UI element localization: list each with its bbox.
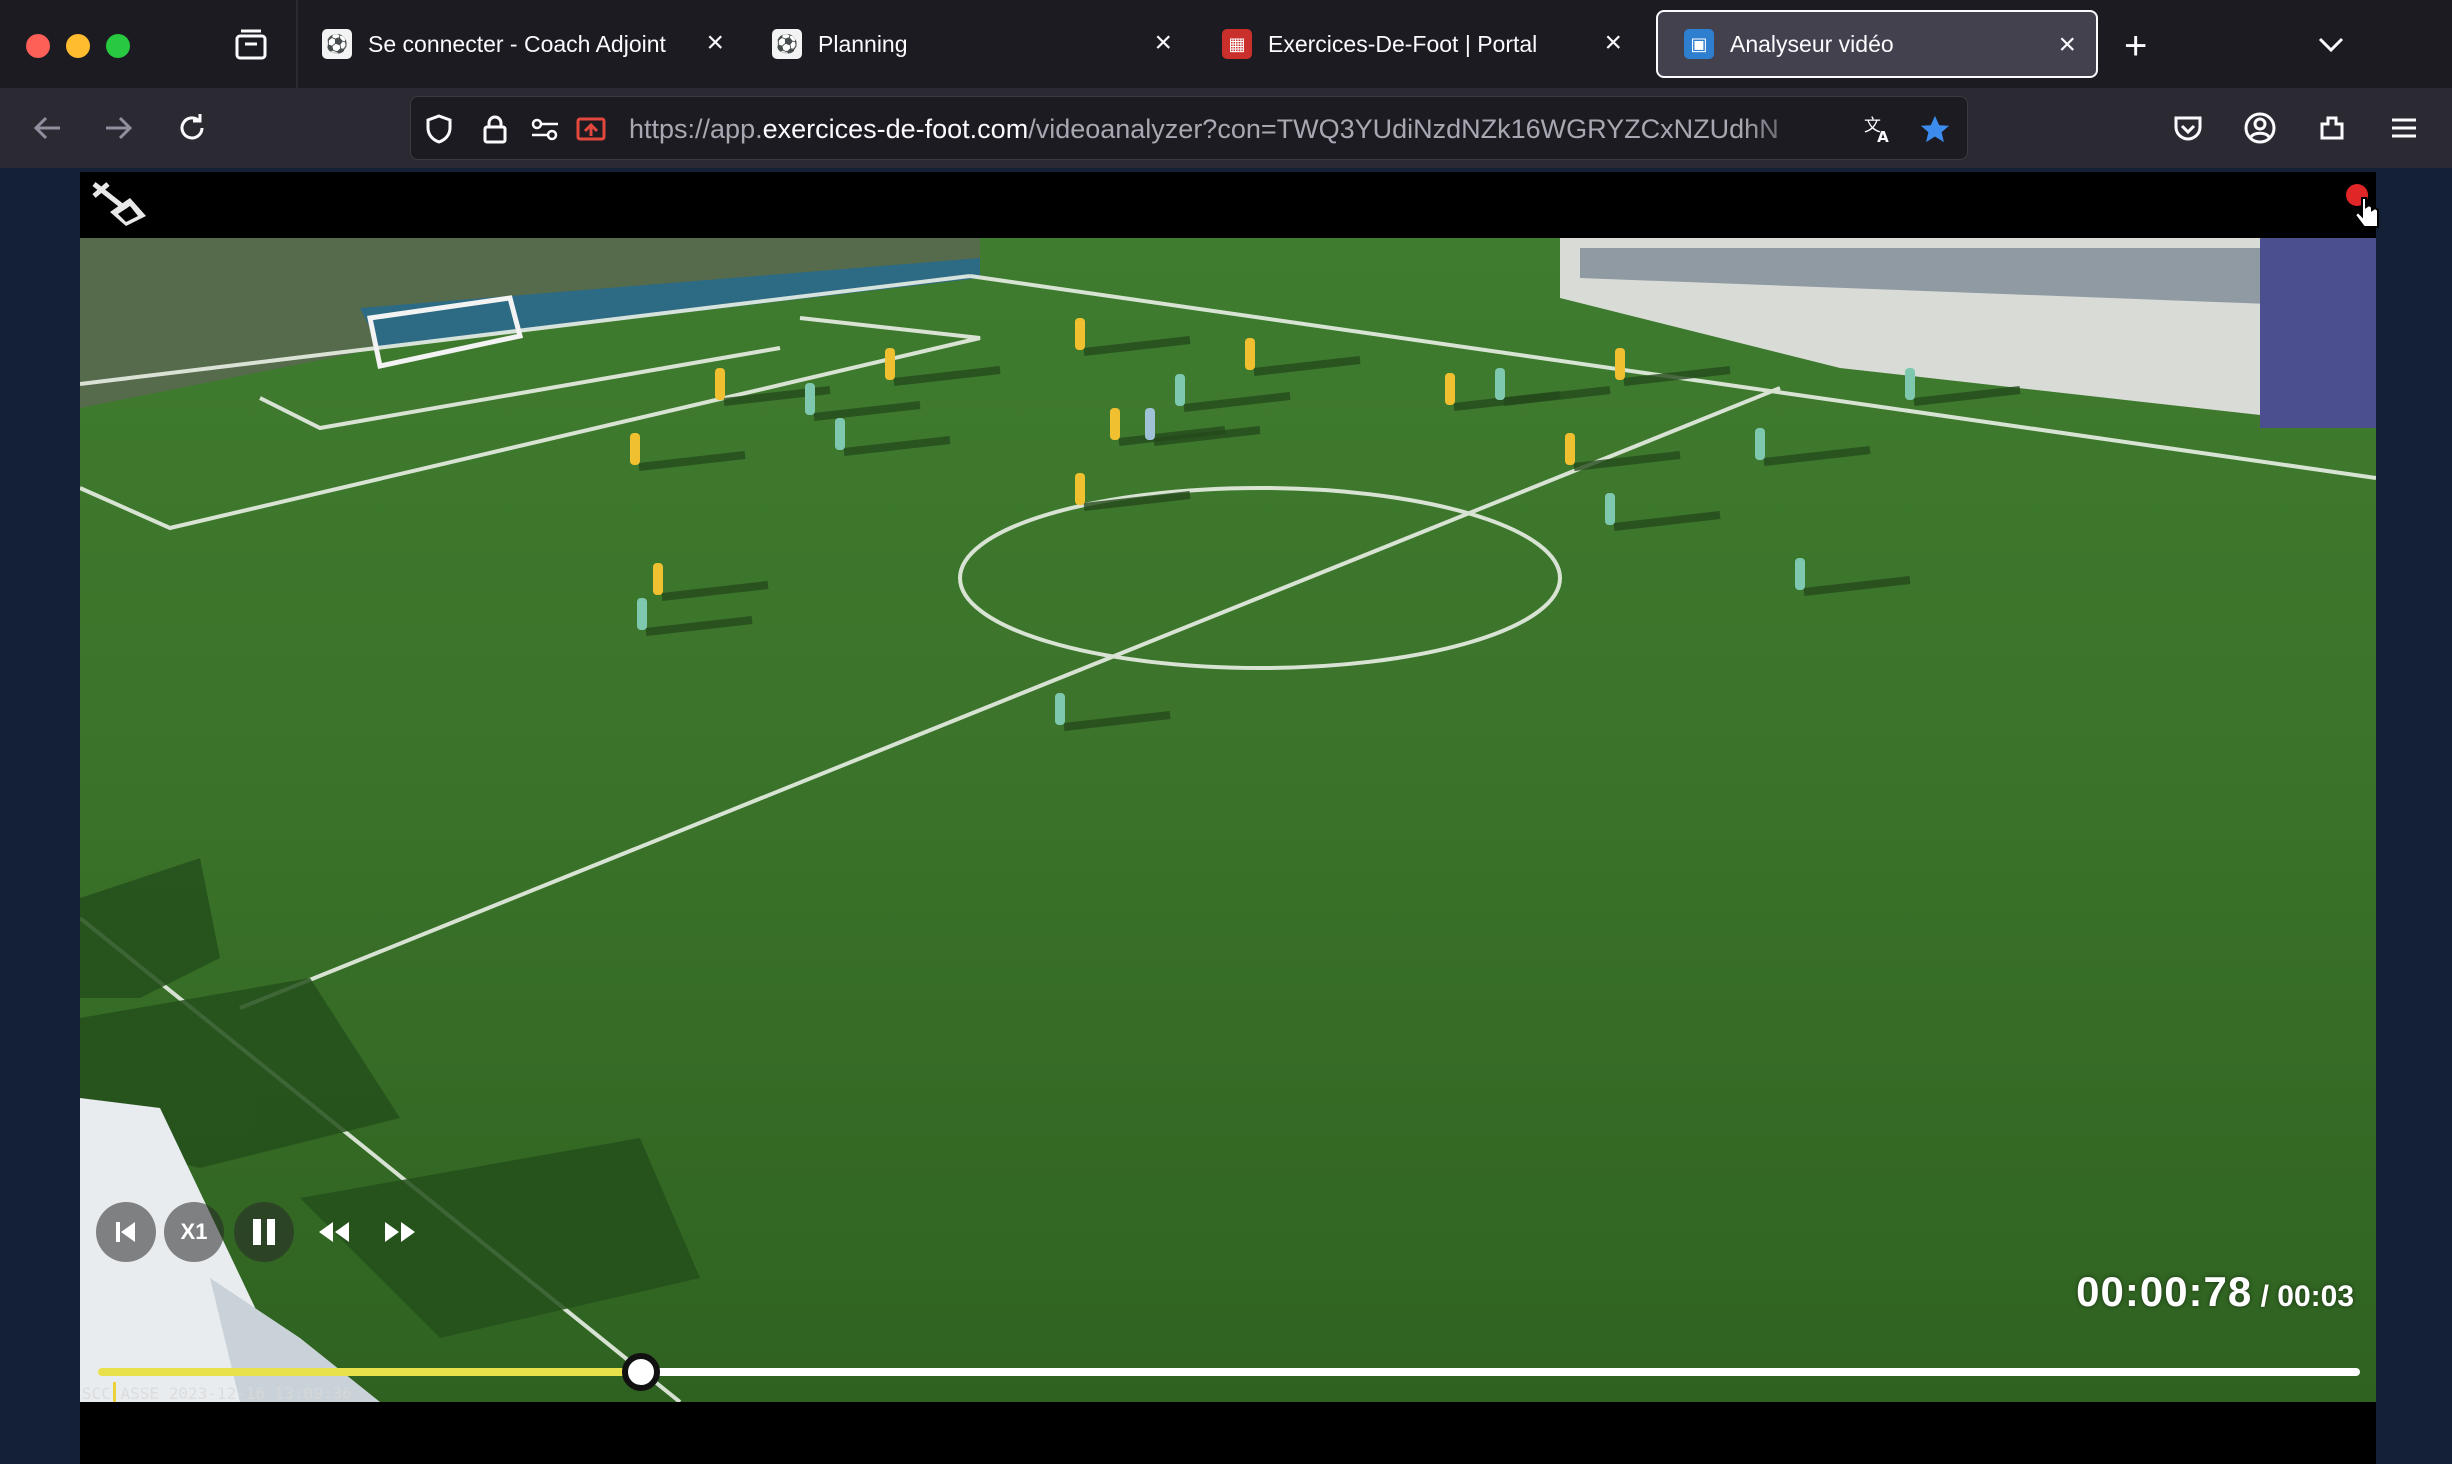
player-figure [1495,368,1505,400]
progress-handle[interactable] [621,1353,660,1391]
close-window-button[interactable] [26,34,50,58]
reload-icon[interactable] [172,108,212,148]
player-figure [885,348,895,380]
tab-exercices-portal[interactable]: ▦ Exercices-De-Foot | Portal × [1196,10,1642,78]
player-figure [715,368,725,400]
player-figure [1110,408,1120,440]
exercices-de-foot-favicon-icon: ▦ [1222,29,1252,59]
tab-title: Planning [818,30,908,57]
player-figure [1755,428,1765,460]
hand-cursor-icon [2353,196,2382,235]
permissions-icon[interactable] [529,113,561,145]
fast-forward-icon[interactable] [370,1202,430,1262]
playback-speed-label: X1 [180,1219,208,1244]
url-host: exercices-de-foot.com [762,114,1029,144]
progress-track[interactable] [98,1353,2360,1391]
player-figure [1565,433,1575,465]
url-fade [1741,105,1831,153]
coach-adjoint-favicon-icon: ⚽ [322,29,352,59]
url-scheme: https://app. [629,114,763,144]
url-text[interactable]: https://app.exercices-de-foot.com/videoa… [629,113,1829,145]
tab-title: Exercices-De-Foot | Portal [1268,30,1538,57]
pause-icon[interactable] [234,1202,294,1262]
tab-coach-login[interactable]: ⚽ Se connecter - Coach Adjoint × [296,10,744,78]
player-figure [653,563,663,595]
rewind-icon[interactable] [304,1202,364,1262]
tab-bar: ⚽ Se connecter - Coach Adjoint × ⚽ Plann… [0,0,2452,88]
url-path: /videoanalyzer?con=TWQ3YUdiNzdNZk16WGRYZ… [1028,114,1779,144]
tab-planning[interactable]: ⚽ Planning × [746,10,1192,78]
total-time: / 00:03 [2252,1280,2354,1313]
tab-title: Analyseur vidéo [1730,30,1894,57]
close-tab-icon[interactable]: × [2058,30,2076,60]
tab-overview-icon[interactable] [232,28,270,62]
player-figure [1445,373,1455,405]
close-tab-icon[interactable]: × [1604,28,1622,58]
new-tab-button[interactable]: + [2124,24,2147,69]
player-figure [1075,318,1085,350]
close-tab-icon[interactable]: × [1154,28,1172,58]
video-analyzer-logo-icon[interactable] [88,176,152,232]
account-icon[interactable] [2240,108,2280,148]
player-figure [1145,408,1155,440]
list-all-tabs-chevron-down-icon[interactable] [2316,30,2346,65]
upload-icon[interactable] [575,113,607,145]
back-arrow-left-icon[interactable] [28,108,68,148]
player-figure [1795,558,1805,590]
url-bar[interactable]: https://app.exercices-de-foot.com/videoa… [410,96,1968,160]
player-figure [1605,493,1615,525]
svg-text:A: A [1877,128,1889,145]
video-timestamp-overlay: SCC ASSE 2023-12-16 13:09:36 [82,1384,352,1403]
video-analyzer-favicon-icon: ▣ [1684,29,1714,59]
player-figure [630,433,640,465]
zoom-window-button[interactable] [106,34,130,58]
close-tab-icon[interactable]: × [706,28,724,58]
skip-to-start-icon[interactable] [96,1202,156,1262]
player-bottom-bar [80,1402,2376,1464]
tab-title: Se connecter - Coach Adjoint [368,30,666,57]
playback-speed-button[interactable]: X1 [164,1202,224,1262]
player-figure [637,598,647,630]
player-top-bar [80,172,2376,238]
current-time: 00:00:78 [2076,1268,2253,1315]
player-figure [1245,338,1255,370]
forward-arrow-right-icon[interactable] [98,108,138,148]
player-figure [1055,693,1065,725]
player-figure [1075,473,1085,505]
lock-icon[interactable] [479,113,511,145]
player-figure [1175,374,1185,406]
pocket-icon[interactable] [2168,108,2208,148]
player-figure [835,418,845,450]
player-figure [1615,348,1625,380]
tab-video-analyzer[interactable]: ▣ Analyseur vidéo × [1656,10,2098,78]
menu-hamburger-icon[interactable] [2384,108,2424,148]
progress-fill [98,1368,641,1376]
star-icon[interactable] [1919,113,1951,145]
shield-icon[interactable] [423,113,455,145]
extensions-icon[interactable] [2312,108,2352,148]
coach-adjoint-favicon-icon: ⚽ [772,29,802,59]
video-player: X1 00:00:78 / 00:03 SCC ASSE 2023-12-16 … [80,172,2376,1464]
minimize-window-button[interactable] [66,34,90,58]
translate-icon[interactable]: 文A [1863,113,1895,145]
player-figure [805,383,815,415]
player-figure [1905,368,1915,400]
time-display: 00:00:78 / 00:03 [2076,1268,2354,1316]
